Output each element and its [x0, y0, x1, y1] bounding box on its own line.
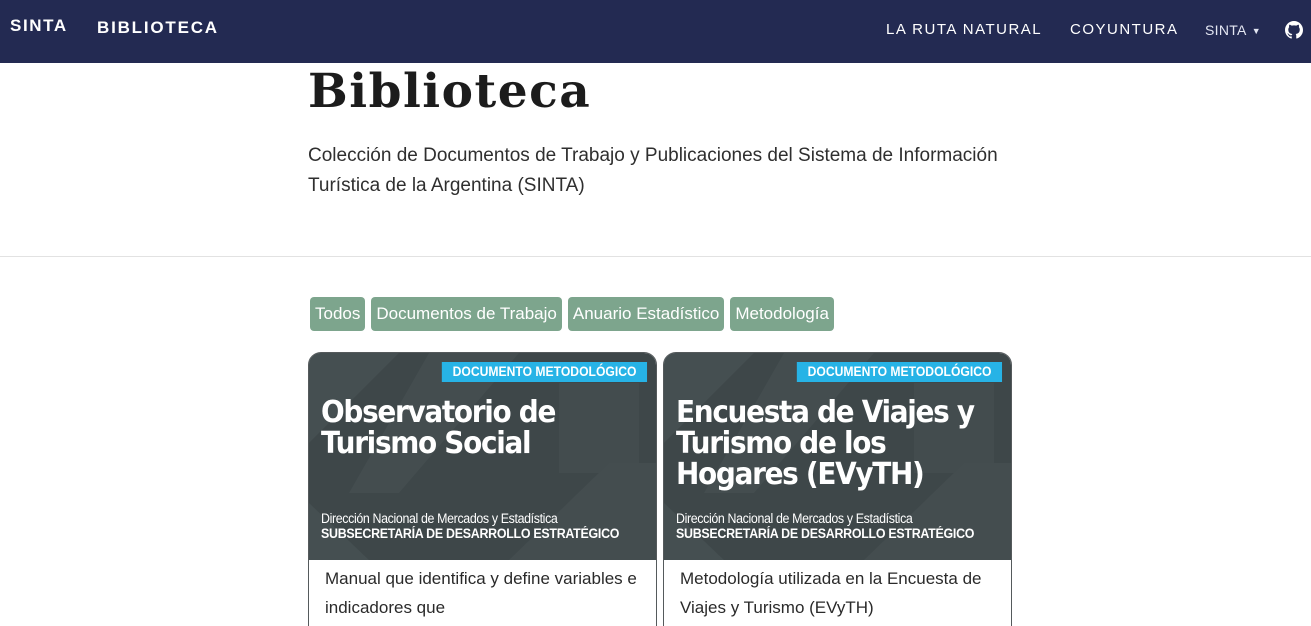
brand-link[interactable]: SINTA [10, 16, 68, 36]
cover-tag: DOCUMENTO METODOLÓGICO [441, 362, 647, 382]
filter-documentos-de-trabajo-button[interactable]: Documentos de Trabajo [371, 297, 562, 331]
filter-bar: Todos Documentos de Trabajo Anuario Esta… [310, 297, 834, 331]
site-title-link[interactable]: BIBLIOTECA [97, 18, 219, 38]
document-card[interactable]: DOCUMENTO METODOLÓGICO Encuesta de Viaje… [663, 352, 1012, 626]
card-cover[interactable]: DOCUMENTO METODOLÓGICO Observatorio de T… [309, 353, 656, 560]
card-description: Manual que identifica y define variables… [325, 569, 637, 617]
nav-dropdown-sinta[interactable]: SINTA ▼ [1205, 22, 1261, 38]
cover-org: Dirección Nacional de Mercados y Estadís… [321, 511, 558, 526]
github-icon[interactable] [1285, 21, 1303, 39]
cover-title: Encuesta de Viajes y Turismo de los Hoga… [676, 395, 975, 492]
document-card[interactable]: DOCUMENTO METODOLÓGICO Observatorio de T… [308, 352, 657, 626]
cover-suborg: SUBSECRETARÍA DE DESARROLLO ESTRATÉGICO [676, 526, 975, 541]
cover-title: Observatorio de Turismo Social [321, 395, 556, 461]
section-divider [0, 256, 1311, 257]
nav-link-coyuntura[interactable]: COYUNTURA [1070, 21, 1179, 38]
caret-down-icon: ▼ [1251, 26, 1261, 36]
filter-metodologia-button[interactable]: Metodología [730, 297, 834, 331]
page-title: Biblioteca [308, 64, 592, 119]
card-cover[interactable]: DOCUMENTO METODOLÓGICO Encuesta de Viaje… [664, 353, 1011, 560]
filter-todos-button[interactable]: Todos [310, 297, 366, 331]
top-navbar: SINTA BIBLIOTECA LA RUTA NATURAL COYUNTU… [0, 0, 1311, 63]
cover-suborg: SUBSECRETARÍA DE DESARROLLO ESTRATÉGICO [321, 526, 620, 541]
card-description: Metodología utilizada en la Encuesta de … [680, 569, 982, 617]
nav-link-la-ruta-natural[interactable]: LA RUTA NATURAL [886, 21, 1042, 38]
page-description: Colección de Documentos de Trabajo y Pub… [308, 145, 998, 196]
nav-dropdown-label: SINTA [1205, 22, 1247, 38]
cover-org: Dirección Nacional de Mercados y Estadís… [676, 511, 913, 526]
cover-tag: DOCUMENTO METODOLÓGICO [796, 362, 1002, 382]
filter-anuario-estadistico-button[interactable]: Anuario Estadístico [567, 297, 725, 331]
